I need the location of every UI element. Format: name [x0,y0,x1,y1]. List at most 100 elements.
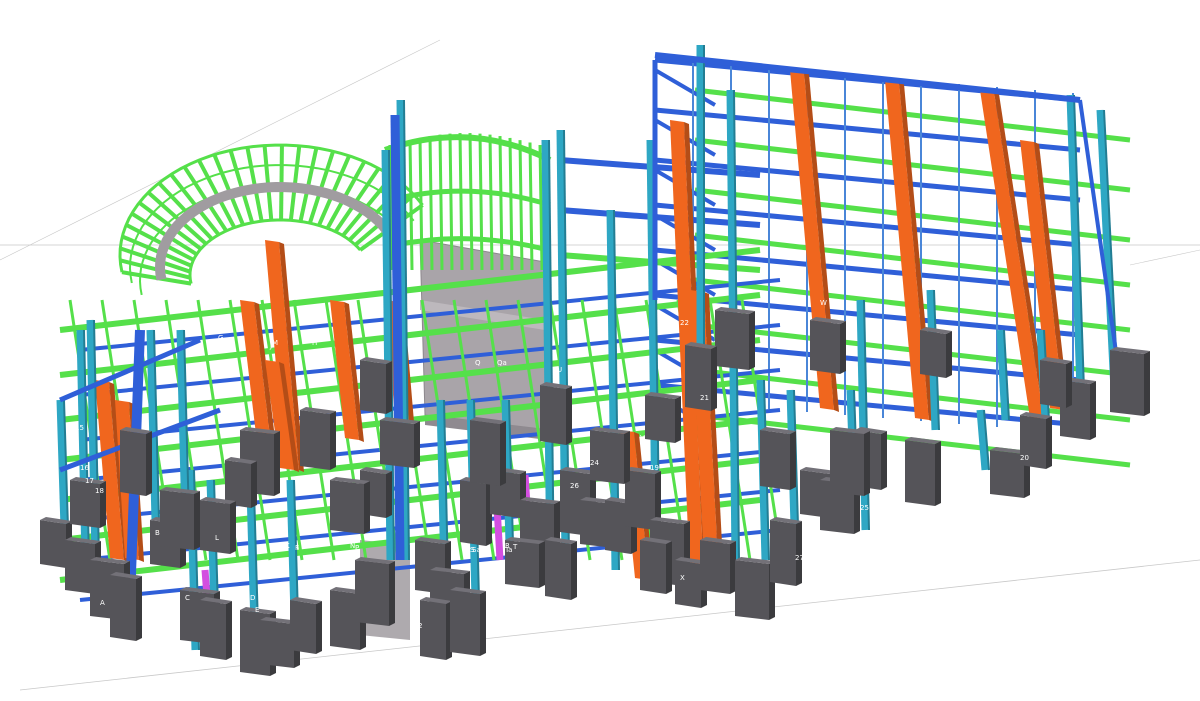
footing-block [360,360,386,414]
grid-label: 26 [570,482,579,490]
footing-side [330,411,336,470]
footing-block [160,490,194,550]
footing-block [675,560,701,608]
footing-block [470,420,500,486]
footing-side [316,601,322,654]
footing-block [905,440,935,506]
footing-side [624,431,630,484]
footing-side [881,431,887,490]
footing-side [136,576,142,641]
grid-label: F [295,544,299,552]
footing-side [386,471,392,518]
footing-side [675,396,681,443]
footing-block [770,520,796,586]
grid-label: Qa [497,359,507,367]
primary-column-beam [390,114,405,561]
footing-block [645,395,675,443]
footing-block [545,540,571,600]
footing-block [120,430,146,496]
cage-rib [528,142,534,271]
footing-side [251,461,257,508]
footing-block [1040,360,1066,408]
cage-rib [408,140,414,271]
footing-side [666,541,672,594]
footing-block [330,480,364,534]
cage-rib [478,133,484,271]
cage-rib [418,137,424,271]
grid-label: L [215,534,219,542]
footing-side [935,441,941,506]
grid-label: 18 [95,487,104,495]
grid-label: K [285,542,290,550]
footing-block [540,385,566,445]
footing-block [290,600,316,654]
structural-3d-model: ABC DEFGHJKLMN PQ QaRSSa TTaUVWX215161718192… [0,39,1200,691]
cage-rib [438,134,444,271]
tower-edge-beam [653,68,717,107]
grid-label: 20 [1020,454,1029,462]
footing-block [715,310,749,370]
footing-side [386,361,392,414]
footing-block [380,420,414,468]
grid-label: 25 [860,504,869,512]
footing-side [1144,351,1150,416]
footing-block [260,620,294,668]
footing-block [40,520,66,568]
footing-block [200,600,226,660]
cage-rib [498,136,504,271]
footing-block [1110,350,1144,416]
cage-rib [538,144,544,271]
grid-label: V [640,434,645,442]
grid-label: P [355,544,359,552]
grid-label: B [155,529,160,537]
footing-block [200,500,230,554]
footing-side [230,501,236,554]
grid-label: Q [475,359,481,367]
model-viewport[interactable]: A B C D E F G H J K L M N P Q Qa R S Sa T Ta U V W X 2 15 16 17 18 19 2… [0,0,1200,701]
cage-rib [518,140,524,271]
grid-label: 21 [700,394,709,402]
footing-block [990,450,1024,498]
grid-label: Ta [504,546,512,554]
footing-side [840,321,846,374]
footing-side [1046,416,1052,469]
grid-label: T [512,543,518,551]
footing-side [364,481,370,534]
footing-side [711,346,717,411]
footing-block [735,560,769,620]
grid-label: C [185,594,190,602]
grid-label: E [255,606,259,614]
grid-label: D [250,594,255,602]
grid-label: U [557,366,562,374]
grid-label: 16 [80,464,89,472]
footing-block [810,320,840,374]
grid-label: 17 [85,477,94,485]
grid-label: X [680,574,685,582]
grid-label: 19 [650,464,659,472]
footing-side [571,541,577,600]
footing-side [864,431,870,496]
footing-side [749,311,755,370]
grid-label: Sa [472,546,481,554]
reference-line [1129,249,1200,266]
footing-block [700,540,730,594]
footing-block [420,600,446,660]
footing-block [300,410,330,470]
footing-side [946,331,952,378]
grid-label: G [218,334,223,342]
grid-label: 22 [680,319,689,327]
footing-side [539,541,545,588]
grid-label: 15 [75,424,84,432]
footing-side [566,386,572,445]
cage-rib [428,136,434,271]
footing-side [226,601,232,660]
grid-label: 2 [418,622,422,630]
footing-side [790,431,796,490]
footing-block [460,480,486,546]
footing-side [414,421,420,468]
cage-rib [488,134,494,271]
footing-block [590,430,624,484]
grid-label: A [100,599,105,607]
footing-block [640,540,666,594]
grid-label: 24 [590,459,599,467]
